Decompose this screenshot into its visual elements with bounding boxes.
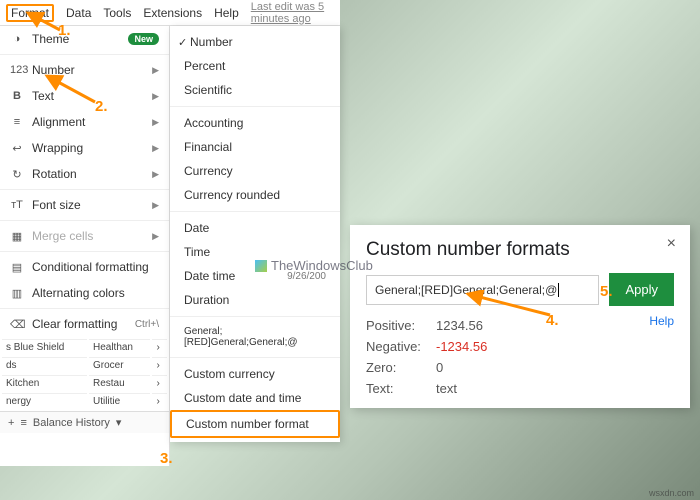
sm-scientific[interactable]: Scientific xyxy=(170,78,340,102)
alternating-row[interactable]: ▥ Alternating colors xyxy=(0,280,169,306)
negative-label: Negative: xyxy=(366,339,436,354)
alignment-label: Alignment xyxy=(32,115,85,129)
rotation-label: Rotation xyxy=(32,167,77,181)
zero-value: 0 xyxy=(436,360,487,375)
sm-recent-format[interactable]: General;[RED]General;General;@ xyxy=(170,321,340,353)
positive-label: Positive: xyxy=(366,318,436,333)
clear-label: Clear formatting xyxy=(32,317,117,331)
bold-icon: B xyxy=(10,90,24,102)
wrapping-row[interactable]: ↩ Wrapping ▶ xyxy=(0,135,169,161)
rotation-row[interactable]: ↻ Rotation ▶ xyxy=(0,161,169,187)
text-label: Text: xyxy=(366,381,436,396)
chevron-right-icon: ▶ xyxy=(152,143,159,154)
sm-duration[interactable]: Duration xyxy=(170,288,340,312)
number-label: Number xyxy=(32,63,75,77)
zero-label: Zero: xyxy=(366,360,436,375)
table-row: nergyUtilitie› xyxy=(2,393,167,409)
merge-label: Merge cells xyxy=(32,229,93,243)
sheet-preview: s Blue ShieldHealthan› dsGrocer› Kitchen… xyxy=(0,337,169,411)
watermark: TheWindowsClub xyxy=(255,258,373,273)
merge-row[interactable]: ▦ Merge cells ▶ xyxy=(0,223,169,249)
menu-format[interactable]: Format xyxy=(6,4,54,22)
sm-custom-number[interactable]: Custom number format xyxy=(170,410,340,438)
chevron-right-icon: ▶ xyxy=(152,200,159,211)
sm-financial[interactable]: Financial xyxy=(170,135,340,159)
positive-value: 1234.56 xyxy=(436,318,487,333)
sheet-tab-caret[interactable]: ▾ xyxy=(116,416,122,429)
rotation-icon: ↻ xyxy=(10,168,24,181)
format-input[interactable]: General;[RED]General;General;@ xyxy=(366,275,599,305)
sheet-tabbar: + ≡ Balance History ▾ xyxy=(0,411,169,433)
close-button[interactable]: × xyxy=(667,235,676,253)
align-icon: ≡ xyxy=(10,116,24,128)
alternating-label: Alternating colors xyxy=(32,286,125,300)
all-sheets-button[interactable]: ≡ xyxy=(20,417,26,429)
sm-custom-currency[interactable]: Custom currency xyxy=(170,362,340,386)
conditional-icon: ▤ xyxy=(10,261,24,274)
number-icon: 123 xyxy=(10,64,24,76)
negative-value: -1234.56 xyxy=(436,339,487,354)
new-badge: New xyxy=(128,33,159,45)
fontsize-icon: тT xyxy=(10,199,24,211)
text-label: Text xyxy=(32,89,54,103)
menubar: Format Data Tools Extensions Help Last e… xyxy=(0,0,340,26)
theme-label: Theme xyxy=(32,32,69,46)
text-value: text xyxy=(436,381,487,396)
chevron-right-icon: ▶ xyxy=(152,65,159,76)
conditional-row[interactable]: ▤ Conditional formatting xyxy=(0,254,169,280)
menu-tools[interactable]: Tools xyxy=(103,6,131,20)
sm-date[interactable]: Date xyxy=(170,216,340,240)
clear-row[interactable]: ⌫ Clear formatting Ctrl+\ xyxy=(0,311,169,337)
last-edit-link[interactable]: Last edit was 5 minutes ago xyxy=(251,1,334,25)
alternating-icon: ▥ xyxy=(10,287,24,300)
sm-custom-datetime[interactable]: Custom date and time xyxy=(170,386,340,410)
preview-grid: Positive:1234.56 Negative:-1234.56 Zero:… xyxy=(366,318,487,396)
sheet-tab[interactable]: Balance History xyxy=(33,417,110,429)
menu-data[interactable]: Data xyxy=(66,6,91,20)
sm-currency[interactable]: Currency xyxy=(170,159,340,183)
apply-button[interactable]: Apply xyxy=(609,273,674,306)
sm-number[interactable]: Number xyxy=(170,30,340,54)
chevron-right-icon: ▶ xyxy=(152,169,159,180)
fontsize-row[interactable]: тT Font size ▶ xyxy=(0,192,169,218)
number-row[interactable]: 123 Number ▶ xyxy=(0,57,169,83)
chevron-right-icon: ▶ xyxy=(152,91,159,102)
custom-number-dialog: Custom number formats × General;[RED]Gen… xyxy=(350,225,690,408)
chevron-right-icon: ▶ xyxy=(152,231,159,242)
sm-currency-rounded[interactable]: Currency rounded xyxy=(170,183,340,207)
clear-shortcut: Ctrl+\ xyxy=(135,319,159,330)
theme-row[interactable]: ◑ Theme New xyxy=(0,26,169,52)
credit: wsxdn.com xyxy=(649,488,694,498)
help-link[interactable]: Help xyxy=(649,314,674,328)
alignment-row[interactable]: ≡ Alignment ▶ xyxy=(0,109,169,135)
sm-accounting[interactable]: Accounting xyxy=(170,111,340,135)
sm-percent[interactable]: Percent xyxy=(170,54,340,78)
dialog-title: Custom number formats xyxy=(366,239,674,261)
table-row: dsGrocer› xyxy=(2,357,167,373)
conditional-label: Conditional formatting xyxy=(32,260,149,274)
fontsize-label: Font size xyxy=(32,198,81,212)
table-row: KitchenRestau› xyxy=(2,375,167,391)
number-submenu: Number Percent Scientific Accounting Fin… xyxy=(170,26,340,442)
clear-icon: ⌫ xyxy=(10,318,24,331)
wrapping-label: Wrapping xyxy=(32,141,83,155)
menu-help[interactable]: Help xyxy=(214,6,239,20)
add-sheet-button[interactable]: + xyxy=(8,417,14,429)
watermark-logo-icon xyxy=(255,260,267,272)
theme-icon: ◑ xyxy=(10,33,24,45)
format-panel: ◑ Theme New 123 Number ▶ B Text ▶ ≡ Alignmen… xyxy=(0,26,170,466)
wrap-icon: ↩ xyxy=(10,142,24,155)
chevron-right-icon: ▶ xyxy=(152,117,159,128)
table-row: s Blue ShieldHealthan› xyxy=(2,339,167,355)
merge-icon: ▦ xyxy=(10,230,24,243)
menu-extensions[interactable]: Extensions xyxy=(143,6,202,20)
text-row[interactable]: B Text ▶ xyxy=(0,83,169,109)
